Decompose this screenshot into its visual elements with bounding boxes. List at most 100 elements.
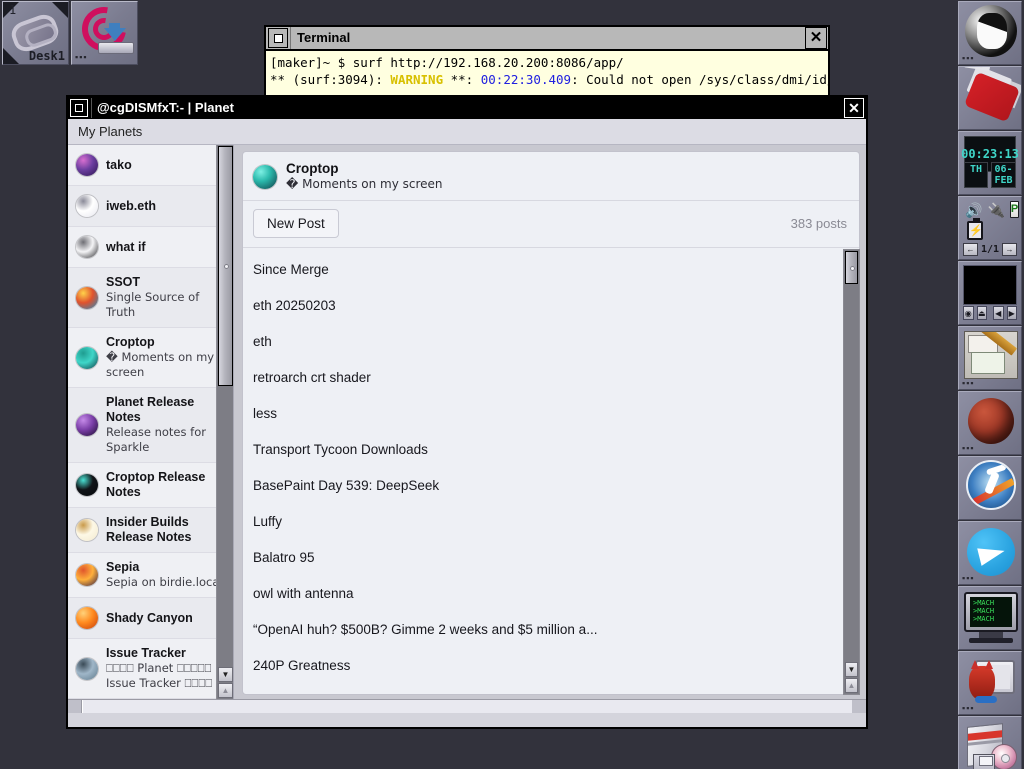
dock-swiss-knife[interactable] — [958, 66, 1022, 130]
post-item[interactable]: owl with antenna — [243, 576, 859, 612]
window-menu-icon[interactable] — [268, 28, 288, 48]
desktop-screen: 1 Desk1 ▪▪▪ Terminal ✕ [maker]~ $ surf h… — [0, 0, 1024, 769]
post-list-scrollbar-thumb[interactable] — [845, 251, 858, 284]
swiss-army-knife-icon — [964, 72, 1020, 123]
post-item[interactable]: eth — [243, 324, 859, 360]
dock-dots: ▪▪▪ — [962, 378, 975, 388]
post-item[interactable]: Since Merge — [243, 252, 859, 288]
post-item[interactable]: BasePaint Day 539: DeepSeek — [243, 468, 859, 504]
mach-line-3: >MACH — [973, 615, 1012, 623]
mach-line-2: >MACH — [973, 607, 1012, 615]
terminal-titlebar[interactable]: Terminal ✕ — [266, 27, 828, 51]
close-icon[interactable]: ✕ — [844, 98, 864, 118]
planet-window[interactable]: @cgDISMfxT:- | Planet ✕ My Planets tako i… — [66, 95, 868, 729]
dock-software-box[interactable]: ▪▪▪ — [958, 716, 1022, 769]
dock-mars-planet[interactable]: ▪▪▪ — [958, 391, 1022, 455]
post-item[interactable]: Earthbound — [243, 684, 859, 694]
dock-clock[interactable]: 00:23:13 TH 06-FEB — [958, 131, 1022, 195]
planet-toolbar: My Planets — [68, 119, 866, 145]
terminal-line2-prefix: ** (surf:3094): — [270, 72, 390, 87]
post-item[interactable]: 240P Greatness — [243, 648, 859, 684]
telegram-icon — [967, 528, 1015, 576]
new-post-button[interactable]: New Post — [253, 209, 339, 238]
sidebar-item-text: Shady Canyon — [106, 611, 193, 626]
planet-horizontal-scrollbar[interactable] — [68, 699, 866, 713]
sidebar-item-tako[interactable]: tako — [68, 145, 233, 186]
hscroll-left-button[interactable] — [68, 700, 82, 713]
dock-cd-player[interactable]: ◉ ⏏ ◀ ▶ — [958, 261, 1022, 325]
planet-subtitle: � Moments on my screen — [286, 177, 443, 192]
cd-eject-button[interactable]: ⏏ — [977, 306, 988, 320]
tray-prev-button[interactable]: ← — [963, 243, 978, 256]
sidebar-item-shady-canyon[interactable]: Shady Canyon — [68, 598, 233, 639]
sidebar-scrollbar[interactable]: ▼ ▲ — [216, 145, 233, 699]
sidebar-item-iweb-eth[interactable]: iweb.eth — [68, 186, 233, 227]
dock-notes-editor[interactable]: ▪▪▪ — [958, 326, 1022, 390]
sidebar-item-text: iweb.eth — [106, 199, 156, 214]
pager-desk1[interactable]: 1 Desk1 — [2, 1, 69, 65]
notes-editor-icon — [964, 331, 1018, 379]
sidebar-scroll-up-button[interactable]: ▲ — [218, 683, 233, 698]
desktop-pager: 1 Desk1 ▪▪▪ — [0, 0, 140, 67]
sidebar-scroll-down-button[interactable]: ▼ — [218, 667, 233, 682]
sidebar-item-text: tako — [106, 158, 132, 173]
dock-bsd-daemon[interactable]: ▪▪▪ — [958, 651, 1022, 715]
sidebar-item-text: Issue Tracker⎕⎕⎕⎕ Planet ⎕⎕⎕⎕⎕ Issue Tra… — [106, 646, 227, 691]
hscroll-right-button[interactable] — [852, 700, 866, 713]
right-dock: ▪▪▪ 00:23:13 TH 06-FEB 🔊 🔌 P ⚡ ← 1/1 — [955, 0, 1024, 769]
post-list-scroll-up-button[interactable]: ▲ — [845, 678, 858, 693]
terminal-body[interactable]: [maker]~ $ surf http://192.168.20.200:80… — [266, 51, 828, 95]
post-item[interactable]: less — [243, 396, 859, 432]
post-list-scroll-down-button[interactable]: ▼ — [845, 662, 858, 677]
dock-dots: ▪▪▪ — [962, 443, 975, 453]
terminal-warning-tag: WARNING — [390, 72, 443, 87]
cd-settings-button[interactable]: ◉ — [963, 306, 974, 320]
post-list: Since Mergeeth 20250203ethretroarch crt … — [243, 248, 859, 694]
post-item[interactable]: retroarch crt shader — [243, 360, 859, 396]
sidebar-item-planet-release-notes[interactable]: Planet Release NotesRelease notes for Sp… — [68, 388, 233, 463]
post-item[interactable]: “OpenAI huh? $500B? Gimme 2 weeks and $5… — [243, 612, 859, 648]
sidebar-item-what-if[interactable]: what if — [68, 227, 233, 268]
sidebar-item-sepia[interactable]: SepiaSepia on birdie.local — [68, 553, 233, 598]
sidebar-item-description: Single Source of Truth — [106, 290, 227, 320]
tray-next-button[interactable]: → — [1002, 243, 1017, 256]
sidebar-scrollbar-thumb[interactable] — [218, 146, 233, 386]
window-menu-icon[interactable] — [70, 99, 88, 117]
sidebar-item-ssot[interactable]: SSOTSingle Source of Truth — [68, 268, 233, 328]
terminal-window[interactable]: Terminal ✕ [maker]~ $ surf http://192.16… — [264, 25, 830, 95]
cd-next-button[interactable]: ▶ — [1007, 306, 1018, 320]
planet-titlebar[interactable]: @cgDISMfxT:- | Planet ✕ — [68, 97, 866, 119]
sidebar-item-croptop-release-notes[interactable]: Croptop Release Notes — [68, 463, 233, 508]
pager-app-tile[interactable]: ▪▪▪ — [71, 1, 138, 65]
dock-wmaker-logo[interactable]: ▪▪▪ — [958, 1, 1022, 65]
hscroll-track[interactable] — [82, 700, 852, 713]
printer-icon[interactable]: P — [1010, 201, 1019, 218]
sidebar-item-insider-builds-release-notes[interactable]: Insider Builds Release Notes — [68, 508, 233, 553]
planet-avatar-croptop-release-notes — [76, 474, 98, 496]
planet-card-actions: New Post 383 posts — [243, 201, 859, 248]
post-list-scrollbar[interactable]: ▼ ▲ — [843, 249, 860, 695]
volume-icon[interactable]: 🔊 — [965, 202, 982, 218]
tray-page-indicator: 1/1 — [981, 244, 999, 255]
post-item[interactable]: eth 20250203 — [243, 288, 859, 324]
planet-sidebar: tako iweb.eth what ifSSOTSingle Source of … — [68, 145, 234, 699]
planet-avatar-shady-canyon — [76, 607, 98, 629]
dock-system-tray[interactable]: 🔊 🔌 P ⚡ ← 1/1 → — [958, 196, 1022, 260]
battery-icon[interactable]: ⚡ — [967, 221, 983, 240]
dock-xfree86[interactable] — [958, 456, 1022, 520]
network-icon[interactable]: 🔌 — [987, 202, 1004, 218]
cd-prev-button[interactable]: ◀ — [993, 306, 1004, 320]
post-item[interactable]: Balatro 95 — [243, 540, 859, 576]
sidebar-item-issue-tracker[interactable]: Issue Tracker⎕⎕⎕⎕ Planet ⎕⎕⎕⎕⎕ Issue Tra… — [68, 639, 233, 699]
dock-telegram[interactable]: ▪▪▪ — [958, 521, 1022, 585]
my-planets-label: My Planets — [78, 124, 142, 139]
pager-label: Desk1 — [29, 49, 65, 63]
sidebar-item-croptop[interactable]: Croptop� Moments on my screen — [68, 328, 233, 388]
post-item[interactable]: Luffy — [243, 504, 859, 540]
post-item[interactable]: Transport Tycoon Downloads — [243, 432, 859, 468]
dock-mach-terminal[interactable]: >MACH >MACH >MACH — [958, 586, 1022, 650]
pager-number: 1 — [9, 3, 16, 17]
terminal-timestamp: 00:22:30.409 — [481, 72, 571, 87]
planet-avatar-croptop — [253, 165, 277, 189]
close-icon[interactable]: ✕ — [805, 27, 827, 49]
